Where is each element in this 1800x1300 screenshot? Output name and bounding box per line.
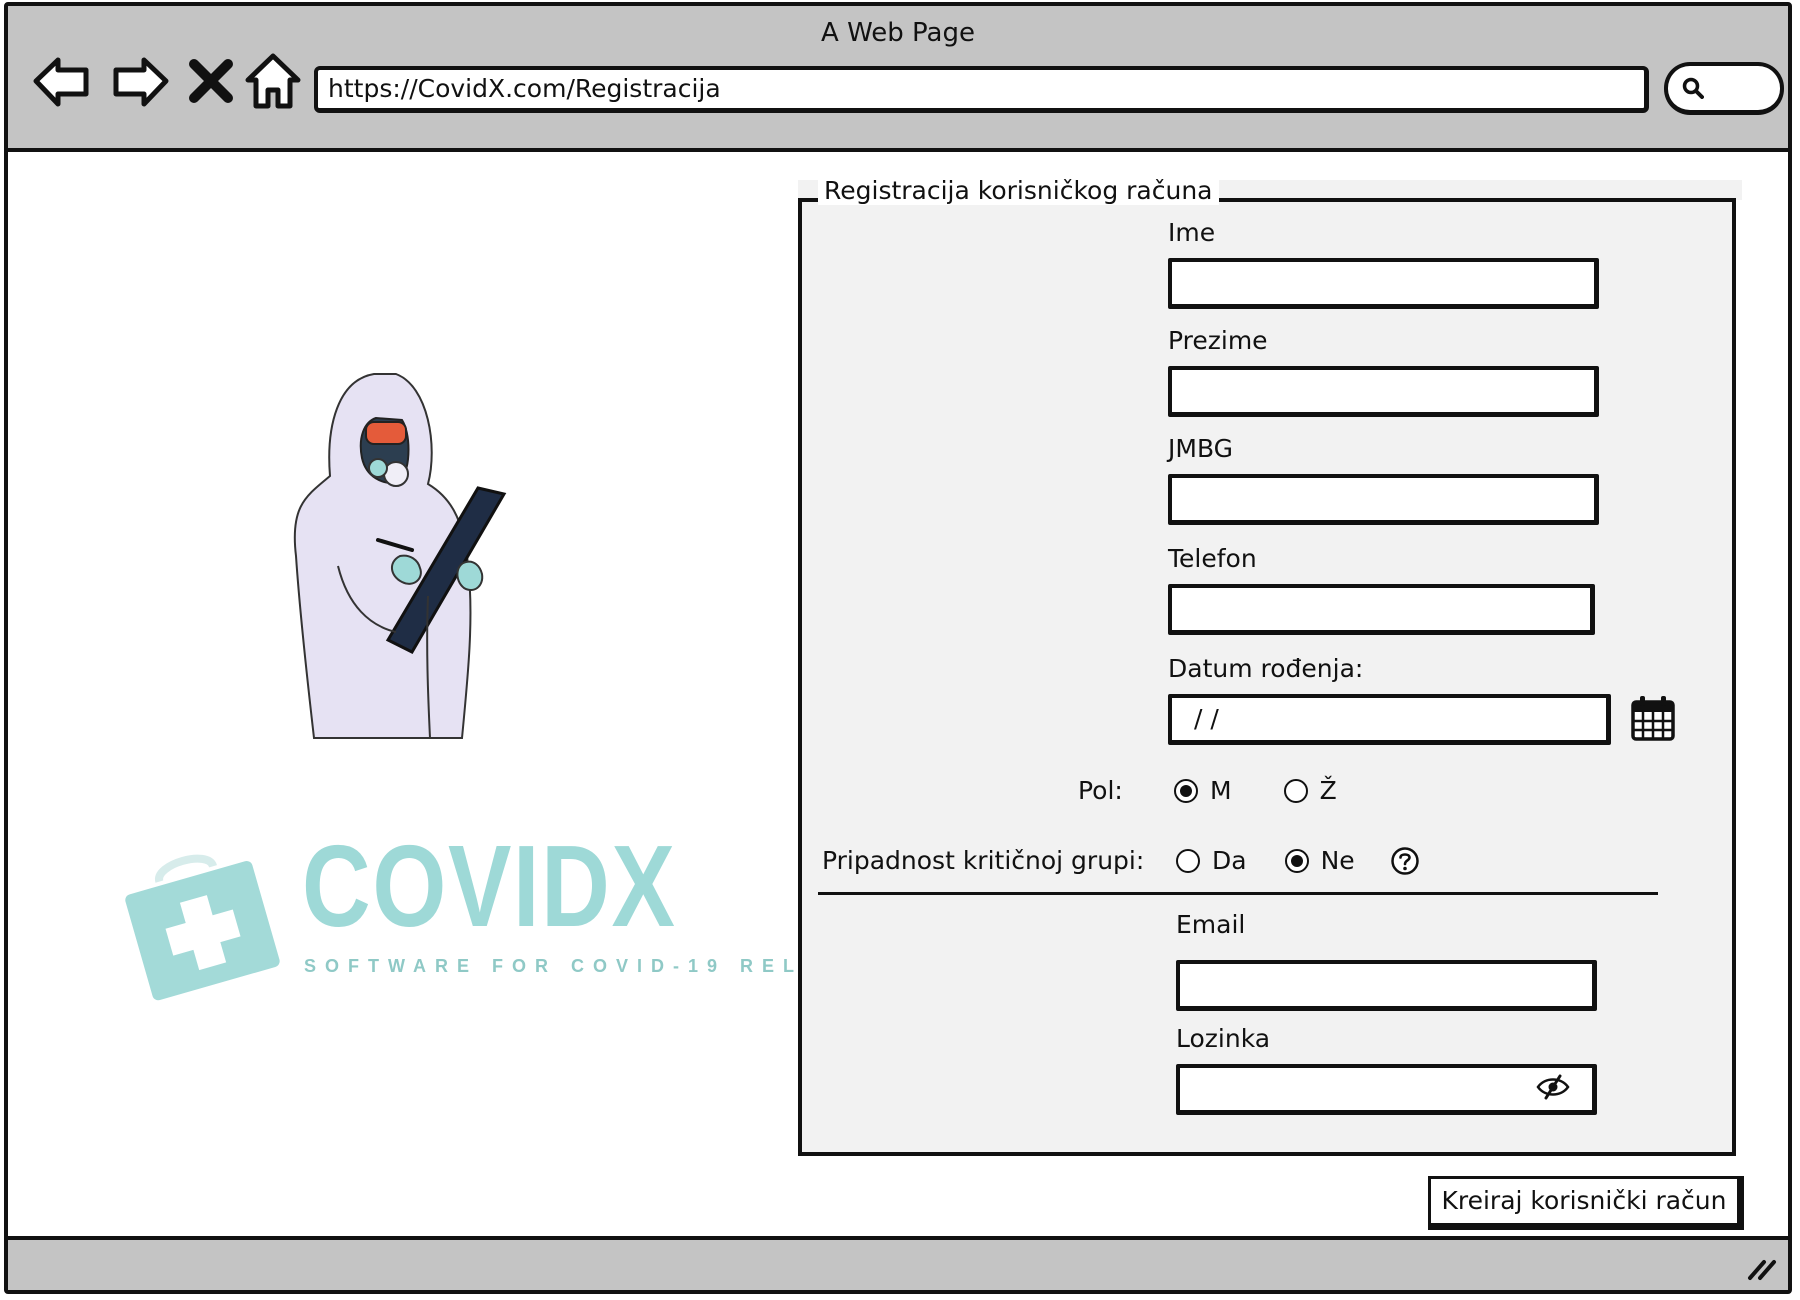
eye-toggle-icon[interactable] [1536,1074,1570,1100]
email-label: Email [1176,910,1246,939]
pol-option-m-label: M [1210,776,1232,805]
browser-status-bar [8,1236,1788,1290]
forward-icon[interactable] [108,50,170,112]
brand-wordmark: COVIDX [302,821,677,951]
search-icon [1682,77,1704,99]
create-account-button[interactable]: Kreiraj korisnički račun [1428,1176,1744,1230]
browser-search-field[interactable] [1664,62,1784,115]
kriticna-option-da[interactable]: Da [1176,846,1247,875]
kriticna-radio-group: Da Ne [1176,846,1355,875]
prezime-field[interactable] [1168,366,1599,417]
resize-grip-icon[interactable] [1746,1254,1778,1282]
browser-toolbar: A Web Page https://CovidX.com/Registraci… [8,6,1788,152]
back-icon[interactable] [32,50,94,112]
radio-unselected-icon [1176,848,1200,873]
pol-option-z-label: Ž [1319,776,1337,805]
jmbg-label: JMBG [1168,434,1234,463]
radio-unselected-icon [1283,778,1308,803]
brand-tagline: SOFTWARE FOR COVID-19 RELIEF [304,956,859,976]
kriticna-option-ne-label: Ne [1320,846,1355,875]
jmbg-field[interactable] [1168,474,1599,525]
datum-field[interactable]: / / [1168,694,1611,745]
window-title: A Web Page [821,18,975,48]
address-bar[interactable]: https://CovidX.com/Registracija [314,66,1649,113]
email-field[interactable] [1176,960,1597,1011]
form-divider [818,892,1658,895]
ime-label: Ime [1168,218,1216,247]
stop-icon[interactable] [186,50,236,112]
kriticna-option-ne[interactable]: Ne [1284,846,1355,875]
lozinka-field[interactable] [1176,1064,1597,1115]
calendar-icon[interactable] [1630,694,1676,742]
help-icon[interactable] [1390,846,1420,876]
datum-label: Datum rođenja: [1168,654,1364,683]
home-icon[interactable] [242,50,304,112]
radio-selected-icon [1174,778,1198,803]
pol-option-z[interactable]: Ž [1283,776,1337,805]
ime-field[interactable] [1168,258,1599,309]
prezime-label: Prezime [1168,326,1268,355]
browser-window: A Web Page https://CovidX.com/Registraci… [4,2,1792,1294]
kriticna-option-da-label: Da [1212,846,1247,875]
form-legend: Registracija korisničkog računa [818,176,1219,205]
medical-kit-logo-icon [125,854,280,1001]
telefon-field[interactable] [1168,584,1595,635]
radio-selected-icon [1284,848,1309,873]
kriticna-label: Pripadnost kritičnoj grupi: [822,846,1145,875]
pol-radio-group: M Ž [1174,776,1337,805]
pol-option-m[interactable]: M [1174,776,1232,805]
lozinka-label: Lozinka [1176,1024,1271,1053]
health-worker-illustration [293,373,507,739]
pol-label: Pol: [1078,776,1123,805]
telefon-label: Telefon [1168,544,1257,573]
